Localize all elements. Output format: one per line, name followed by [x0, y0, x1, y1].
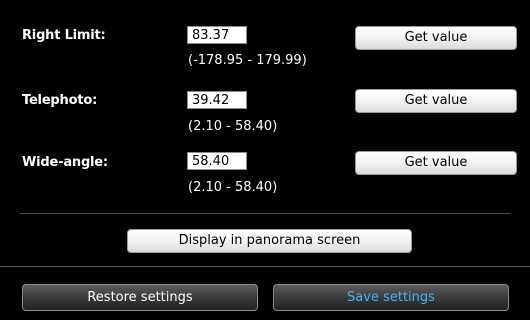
telephoto-label: Telephoto:: [22, 93, 98, 108]
wide-angle-label: Wide-angle:: [22, 155, 108, 170]
telephoto-range: (2.10 - 58.40): [188, 119, 278, 134]
right-limit-range: (-178.95 - 179.99): [188, 53, 307, 68]
telephoto-get-value-button[interactable]: Get value: [355, 89, 517, 113]
display-panorama-button[interactable]: Display in panorama screen: [127, 229, 412, 253]
right-limit-input[interactable]: [187, 26, 247, 44]
section-divider: [20, 213, 510, 214]
right-limit-label: Right Limit:: [22, 28, 106, 43]
right-limit-get-value-button[interactable]: Get value: [355, 26, 517, 50]
wide-angle-input[interactable]: [187, 152, 247, 170]
wide-angle-get-value-button[interactable]: Get value: [355, 151, 517, 175]
wide-angle-range: (2.10 - 58.40): [188, 180, 278, 195]
restore-settings-button[interactable]: Restore settings: [22, 284, 258, 311]
save-settings-button[interactable]: Save settings: [273, 284, 509, 311]
footer-divider: [0, 266, 530, 267]
telephoto-input[interactable]: [187, 91, 247, 109]
